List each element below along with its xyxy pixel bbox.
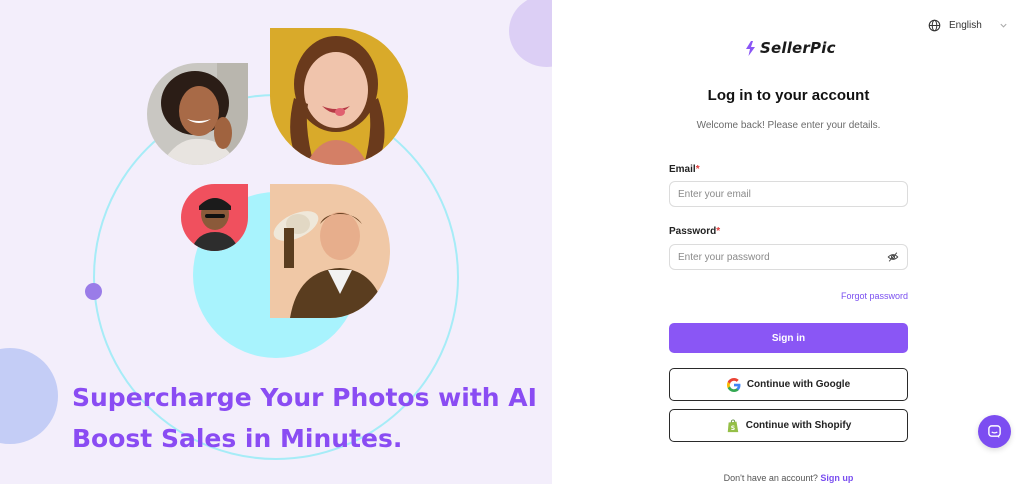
password-input[interactable]: [678, 251, 887, 263]
brand-name: SellerPic: [760, 39, 836, 57]
globe-icon: [928, 19, 941, 31]
hero-headline-line-2: Boost Sales in Minutes.: [72, 424, 403, 453]
decorative-dot: [85, 283, 102, 300]
hero-headline: Supercharge Your Photos with AI Boost Sa…: [72, 377, 537, 459]
email-label-text: Email: [669, 164, 696, 175]
language-selector[interactable]: English: [928, 17, 1008, 33]
email-label: Email*: [669, 164, 700, 175]
continue-with-shopify-label: Continue with Shopify: [745, 420, 852, 431]
google-icon: [726, 377, 741, 392]
model-photo-woman-curly-hair: [147, 63, 248, 165]
chat-icon: [988, 425, 1001, 439]
required-marker: *: [716, 226, 721, 237]
email-input[interactable]: [678, 188, 899, 200]
chat-launcher-button[interactable]: [978, 415, 1011, 448]
continue-with-shopify-button[interactable]: S Continue with Shopify: [669, 409, 908, 442]
hero-panel: Supercharge Your Photos with AI Boost Sa…: [0, 0, 552, 484]
model-photo-man-fedora: [270, 184, 390, 318]
sign-in-button[interactable]: Sign in: [669, 323, 908, 353]
model-photo-girl-braids: [270, 28, 408, 165]
svg-text:S: S: [731, 424, 735, 431]
chevron-down-icon: [1000, 23, 1007, 28]
eye-off-icon[interactable]: [887, 251, 899, 263]
continue-with-google-label: Continue with Google: [746, 379, 851, 390]
bolt-logo-icon: [746, 40, 755, 56]
brand-logo: SellerPic: [745, 38, 836, 58]
password-label-text: Password: [669, 226, 717, 237]
page-title: Log in to your account: [707, 87, 870, 104]
shopify-icon: S: [727, 418, 738, 432]
sign-up-link[interactable]: Sign up: [820, 473, 853, 483]
decorative-circle: [509, 0, 552, 67]
decorative-circle: [0, 348, 58, 444]
language-label: English: [949, 19, 982, 31]
page-subtitle: Welcome back! Please enter your details.: [696, 120, 881, 131]
continue-with-google-button[interactable]: Continue with Google: [669, 368, 908, 401]
required-marker: *: [695, 164, 700, 175]
model-photo-man-cap: [181, 184, 248, 251]
signup-prompt: Don't have an account? Sign up: [669, 473, 908, 483]
hero-headline-line-1: Supercharge Your Photos with AI: [72, 383, 537, 412]
forgot-password-link[interactable]: Forgot password: [808, 291, 908, 301]
email-field[interactable]: [669, 181, 908, 207]
password-field[interactable]: [669, 244, 908, 270]
no-account-text: Don't have an account?: [723, 473, 818, 483]
password-label: Password*: [669, 226, 720, 237]
